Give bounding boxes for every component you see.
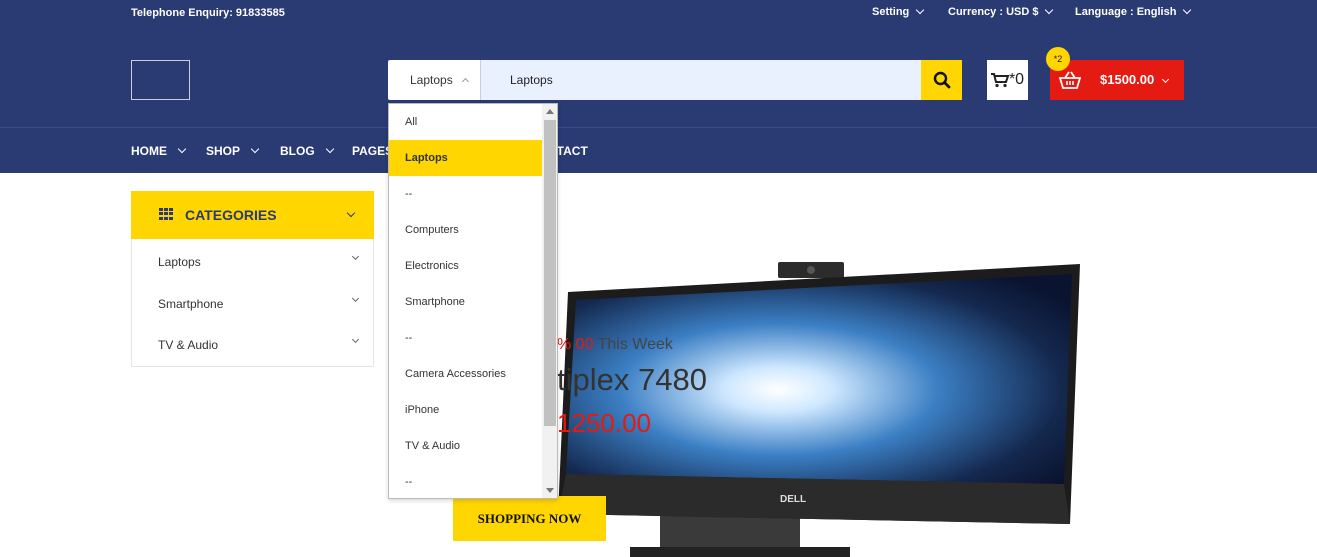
cart-amount: $1500.00 — [1100, 72, 1155, 87]
category-label: Laptops — [158, 255, 201, 269]
chevron-down-icon — [177, 144, 187, 154]
chevron-down-icon — [1161, 75, 1170, 84]
top-bar: Telephone Enquiry: 91833585 Setting Curr… — [0, 0, 1317, 33]
shopping-now-button[interactable]: SHOPPING NOW — [453, 496, 606, 541]
chevron-down-icon — [325, 144, 334, 154]
chevron-down-icon — [250, 144, 260, 154]
cart-icon — [990, 72, 1009, 87]
category-item[interactable]: TV & Audio — [158, 335, 360, 352]
dropdown-scrollbar[interactable] — [542, 104, 557, 498]
cart-badge: *2 — [1046, 47, 1070, 71]
dropdown-option[interactable]: Smartphone — [389, 284, 542, 320]
dropdown-option[interactable]: Electronics — [389, 248, 542, 284]
dropdown-option[interactable]: iPhone — [389, 392, 542, 428]
chevron-down-icon — [916, 5, 925, 15]
nav-blog-label: BLOG — [280, 144, 315, 158]
language-dropdown[interactable]: Language : English — [1075, 5, 1192, 18]
category-dropdown-list: All Laptops -- Computers Electronics Sma… — [388, 103, 558, 499]
dropdown-option[interactable]: -- — [389, 320, 542, 356]
compare-button[interactable]: *0 — [987, 60, 1028, 100]
currency-dropdown[interactable]: Currency : USD $ — [948, 5, 1054, 18]
scrollbar-thumb[interactable] — [544, 120, 556, 426]
nav-pages-label: PAGES — [352, 144, 394, 158]
currency-label: Currency : USD $ — [948, 6, 1039, 18]
chevron-down-icon — [1045, 5, 1054, 15]
grid-icon — [159, 208, 174, 220]
header: Laptops *0 *2 $1500.00 — [0, 33, 1317, 128]
categories-list: Laptops Smartphone TV & Audio — [131, 239, 374, 367]
hero-discount-value: % 00 — [557, 336, 594, 353]
nav-blog[interactable]: BLOG — [280, 144, 334, 158]
search-button[interactable] — [921, 60, 962, 100]
nav-shop[interactable]: SHOP — [206, 144, 260, 158]
search-category-select[interactable]: Laptops — [388, 60, 480, 100]
dropdown-option-selected[interactable]: Laptops — [389, 140, 542, 176]
categories-header[interactable]: CATEGORIES — [131, 191, 374, 239]
hero-discount: % 00 This Week — [557, 336, 673, 354]
category-label: Smartphone — [158, 297, 224, 311]
category-label: TV & Audio — [158, 338, 219, 352]
chevron-down-icon — [351, 252, 360, 261]
chevron-up-icon — [461, 77, 469, 86]
compare-count: *0 — [1008, 71, 1025, 88]
chevron-down-icon — [346, 208, 356, 218]
brand-logo: DELL — [780, 494, 806, 505]
chevron-down-icon — [1183, 5, 1192, 15]
category-item[interactable]: Laptops — [158, 252, 360, 269]
hero-title: tiplex 7480 — [557, 362, 707, 397]
dropdown-option[interactable]: All — [389, 104, 542, 140]
search-category-label: Laptops — [410, 73, 453, 87]
setting-dropdown[interactable]: Setting — [872, 5, 925, 18]
dropdown-option[interactable]: Computers — [389, 212, 542, 248]
dropdown-option[interactable]: -- — [389, 464, 542, 498]
search-input[interactable] — [480, 60, 921, 100]
category-item[interactable]: Smartphone — [158, 294, 360, 311]
logo[interactable] — [131, 60, 190, 100]
telephone-enquiry: Telephone Enquiry: 91833585 — [131, 7, 285, 19]
scroll-down-icon[interactable] — [546, 488, 554, 493]
nav-shop-label: SHOP — [206, 144, 241, 158]
chevron-down-icon — [351, 335, 360, 344]
hero-discount-suffix: This Week — [597, 336, 673, 353]
setting-label: Setting — [872, 6, 910, 18]
categories-title: CATEGORIES — [185, 207, 277, 223]
basket-icon — [1059, 71, 1081, 89]
nav-home[interactable]: HOME — [131, 144, 187, 158]
main-nav: HOME SHOP BLOG PAGES CONTACT — [0, 128, 1317, 173]
scroll-up-icon[interactable] — [546, 109, 554, 114]
dropdown-option[interactable]: Camera Accessories — [389, 356, 542, 392]
dropdown-option[interactable]: -- — [389, 176, 542, 212]
search-icon — [933, 71, 950, 89]
chevron-down-icon — [351, 294, 360, 303]
cart-button[interactable]: *2 $1500.00 — [1046, 47, 1184, 100]
nav-home-label: HOME — [131, 144, 167, 158]
hero-price: 1250.00 — [557, 408, 651, 438]
language-label: Language : English — [1075, 6, 1177, 18]
dropdown-option[interactable]: TV & Audio — [389, 428, 542, 464]
